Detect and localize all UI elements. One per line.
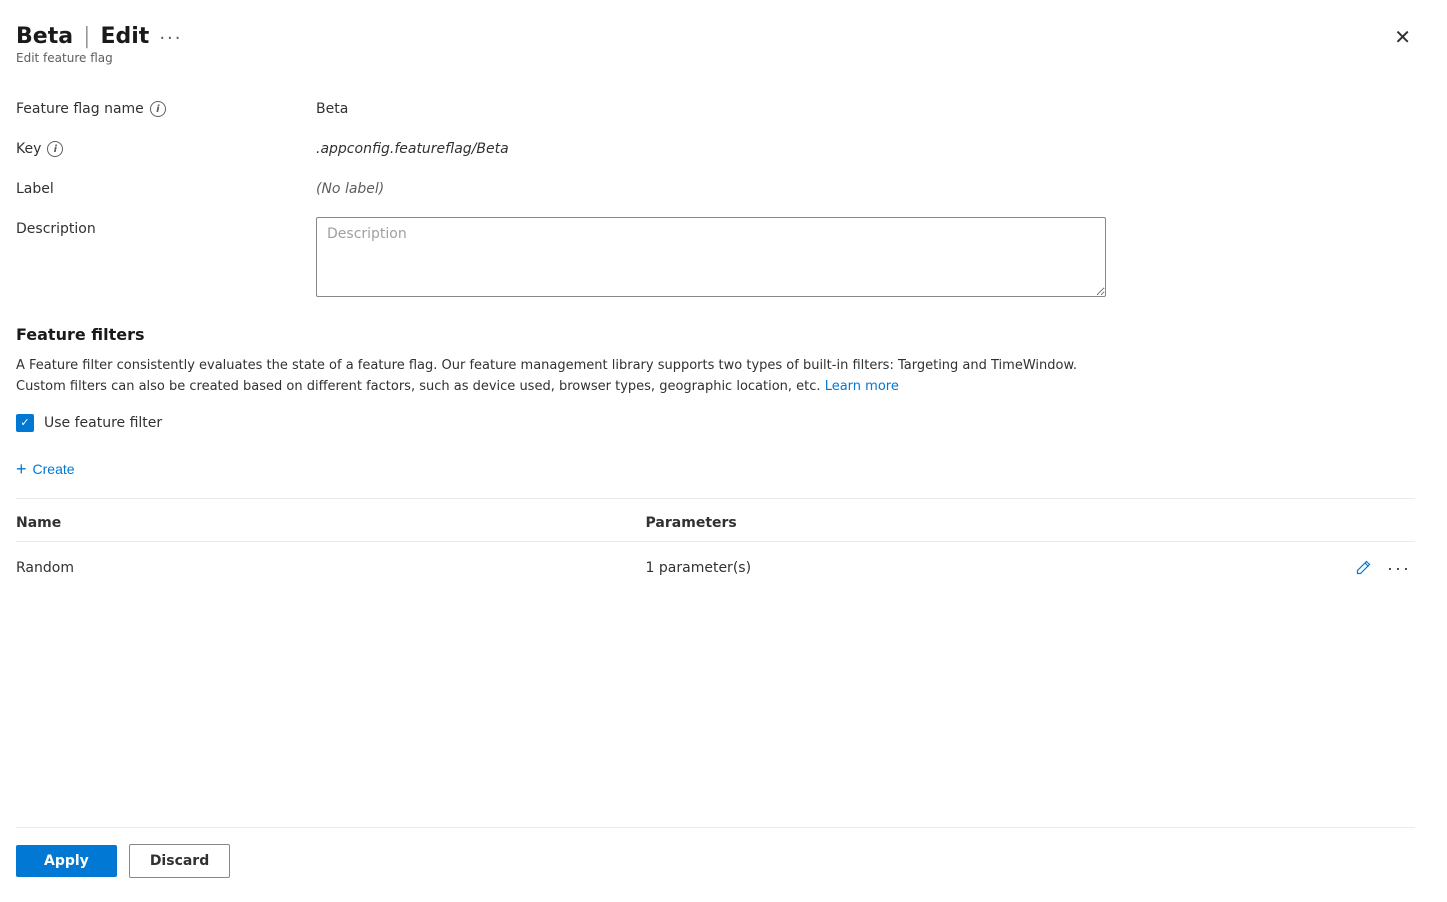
feature-flag-name-value: Beta (316, 97, 348, 117)
feature-flag-name-info-icon[interactable]: i (150, 101, 166, 117)
use-feature-filter-row: ✓ Use feature filter (16, 414, 1415, 432)
filter-parameters-cell: 1 parameter(s) (646, 541, 1206, 595)
more-filter-button[interactable]: ··· (1383, 554, 1415, 583)
title-separator: | (83, 24, 90, 49)
panel-subtitle: Edit feature flag (16, 51, 183, 65)
table-row: Random 1 parameter(s) ··· (16, 541, 1415, 595)
create-label: Create (33, 461, 75, 477)
form-section: Feature flag name i Beta Key i .appconfi… (16, 97, 1415, 297)
feature-filters-section: Feature filters A Feature filter consist… (16, 325, 1415, 595)
bottom-actions: Apply Discard (16, 844, 1415, 878)
table-header-row: Name Parameters (16, 507, 1415, 542)
close-button[interactable]: ✕ (1390, 24, 1415, 52)
description-input[interactable] (316, 217, 1106, 297)
col-parameters-header: Parameters (646, 507, 1206, 542)
col-actions-header (1205, 507, 1415, 542)
key-value: .appconfig.featureflag/Beta (316, 137, 509, 157)
panel-more-icon[interactable]: ··· (159, 28, 182, 49)
feature-flag-name-label: Feature flag name i (16, 97, 316, 117)
label-value: (No label) (316, 177, 384, 197)
check-icon: ✓ (20, 417, 29, 428)
col-name-header: Name (16, 507, 646, 542)
filter-description: A Feature filter consistently evaluates … (16, 356, 1096, 398)
key-info-icon[interactable]: i (47, 141, 63, 157)
label-row: Label (No label) (16, 177, 1415, 197)
discard-button[interactable]: Discard (129, 844, 230, 878)
panel-title: Beta (16, 24, 73, 49)
create-filter-button[interactable]: + Create (16, 456, 75, 482)
use-feature-filter-checkbox[interactable]: ✓ (16, 414, 34, 432)
filter-actions-cell: ··· (1205, 541, 1415, 595)
feature-filters-heading: Feature filters (16, 325, 1415, 344)
feature-flag-name-row: Feature flag name i Beta (16, 97, 1415, 117)
plus-icon: + (16, 460, 27, 478)
row-actions: ··· (1205, 554, 1415, 583)
edit-filter-button[interactable] (1351, 556, 1375, 580)
key-label: Key i (16, 137, 316, 157)
table-top-divider (16, 498, 1415, 499)
edit-icon (1355, 560, 1371, 576)
apply-button[interactable]: Apply (16, 845, 117, 877)
filters-table: Name Parameters Random 1 parameter(s) ··… (16, 507, 1415, 595)
panel-header: Beta | Edit ··· Edit feature flag ✕ (16, 24, 1415, 65)
title-row: Beta | Edit ··· (16, 24, 183, 49)
key-row: Key i .appconfig.featureflag/Beta (16, 137, 1415, 157)
title-block: Beta | Edit ··· Edit feature flag (16, 24, 183, 65)
panel-edit-label: Edit (100, 24, 149, 49)
filter-name-cell: Random (16, 541, 646, 595)
label-label: Label (16, 177, 316, 197)
edit-feature-flag-panel: Beta | Edit ··· Edit feature flag ✕ Feat… (0, 0, 1447, 902)
learn-more-link[interactable]: Learn more (825, 379, 899, 394)
description-label: Description (16, 217, 316, 237)
description-row: Description (16, 217, 1415, 297)
bottom-divider (16, 827, 1415, 828)
use-feature-filter-label: Use feature filter (44, 415, 162, 431)
